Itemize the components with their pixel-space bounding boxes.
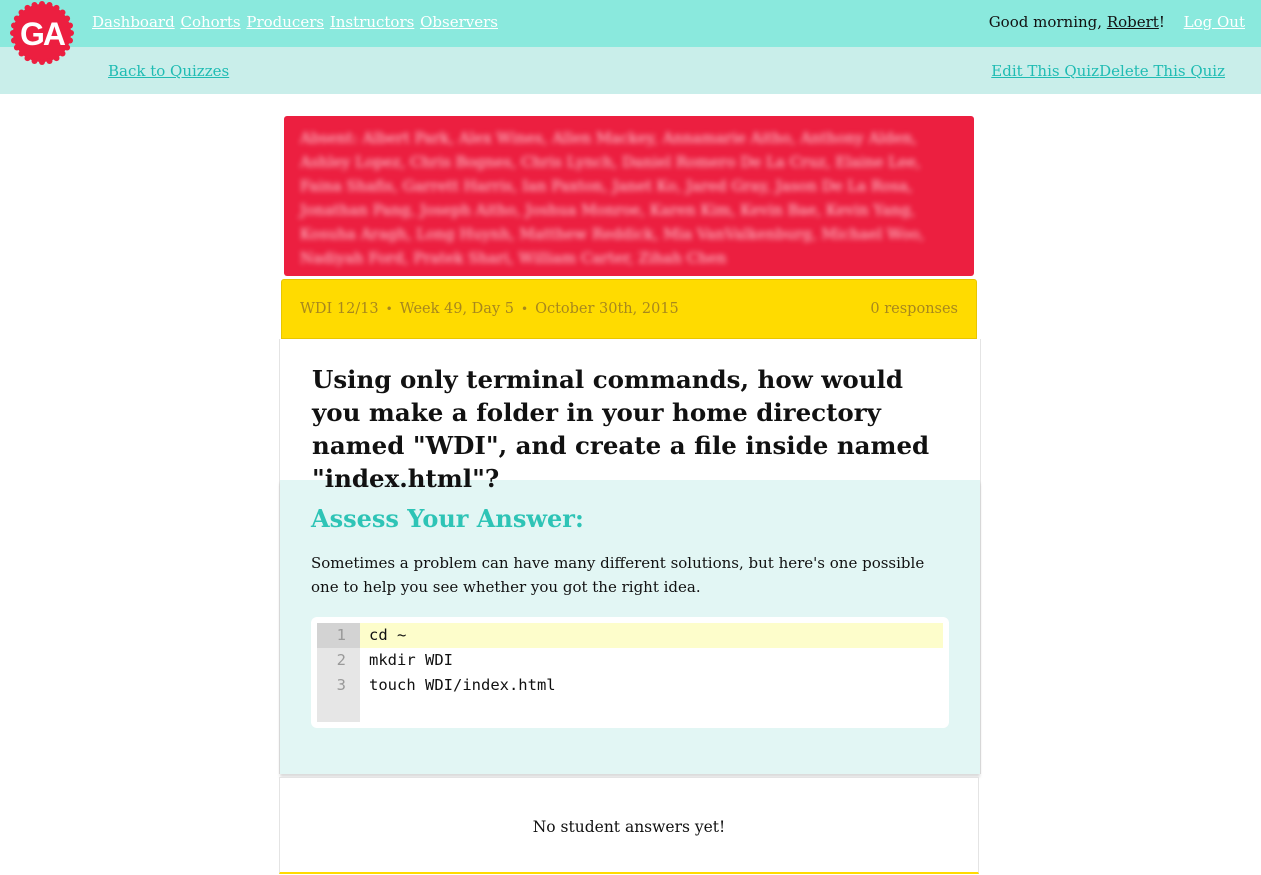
question-card: Using only terminal commands, how would … xyxy=(279,339,981,774)
no-answers-message: No student answers yet! xyxy=(532,818,726,836)
edit-quiz-link[interactable]: Edit This Quiz xyxy=(991,62,1099,80)
line-number-gutter: 1 2 3 xyxy=(317,623,360,722)
quiz-meta-bar: WDI 12/13 • Week 49, Day 5 • October 30th, 2… xyxy=(281,279,977,339)
nav-producers[interactable]: Producers xyxy=(246,13,324,31)
code-editor[interactable]: 1 2 3 cd ~ mkdir WDI touch WDI/index.htm… xyxy=(311,617,949,728)
assess-heading: Assess Your Answer: xyxy=(311,504,584,533)
cohort-label: WDI 12/13 xyxy=(300,301,379,317)
responses-count: 0 responses xyxy=(870,301,958,317)
assess-section: Assess Your Answer: Sometimes a problem … xyxy=(280,480,980,774)
code-line[interactable]: mkdir WDI xyxy=(360,648,943,673)
absent-list: Absent: Albert Park, Alex Wines, Allen M… xyxy=(300,129,925,267)
nav-observers[interactable]: Observers xyxy=(420,13,498,31)
student-answers: No student answers yet! xyxy=(279,777,979,874)
sub-nav: Back to Quizzes Edit This Quiz Delete Th… xyxy=(0,47,1261,94)
code-line[interactable]: cd ~ xyxy=(360,623,943,648)
code-line[interactable]: touch WDI/index.html xyxy=(360,673,943,698)
user-link[interactable]: Robert xyxy=(1107,13,1159,31)
line-number: 3 xyxy=(336,676,346,694)
date-label: October 30th, 2015 xyxy=(535,301,679,317)
code-lines[interactable]: cd ~ mkdir WDI touch WDI/index.html xyxy=(360,623,943,722)
week-label: Week 49, Day 5 xyxy=(399,301,514,317)
question-text: Using only terminal commands, how would … xyxy=(312,365,930,493)
delete-quiz-link[interactable]: Delete This Quiz xyxy=(1099,62,1225,80)
back-to-quizzes-link[interactable]: Back to Quizzes xyxy=(108,62,229,80)
ga-logo[interactable]: GA xyxy=(10,1,74,65)
line-number: 2 xyxy=(336,651,346,669)
nav-cohorts[interactable]: Cohorts xyxy=(180,13,240,31)
logout-link[interactable]: Log Out xyxy=(1184,13,1245,31)
primary-nav: Dashboard Cohorts Producers Instructors … xyxy=(92,13,499,31)
line-number: 1 xyxy=(317,623,360,648)
greeting-suffix: ! xyxy=(1158,13,1165,31)
nav-instructors[interactable]: Instructors xyxy=(330,13,414,31)
nav-dashboard[interactable]: Dashboard xyxy=(92,13,175,31)
assess-description: Sometimes a problem can have many differ… xyxy=(311,554,925,596)
quiz-meta-info: WDI 12/13 • Week 49, Day 5 • October 30th, 2… xyxy=(300,301,679,317)
absent-banner: Absent: Albert Park, Alex Wines, Allen M… xyxy=(284,116,974,276)
top-nav: GA Dashboard Cohorts Producers Instructo… xyxy=(0,0,1261,65)
user-greeting: Good morning, Robert! Log Out xyxy=(989,13,1245,31)
meta-separator: • xyxy=(385,302,393,316)
greeting-text: Good morning, xyxy=(988,13,1107,31)
meta-separator: • xyxy=(520,302,529,316)
logo-text: GA xyxy=(20,16,66,52)
